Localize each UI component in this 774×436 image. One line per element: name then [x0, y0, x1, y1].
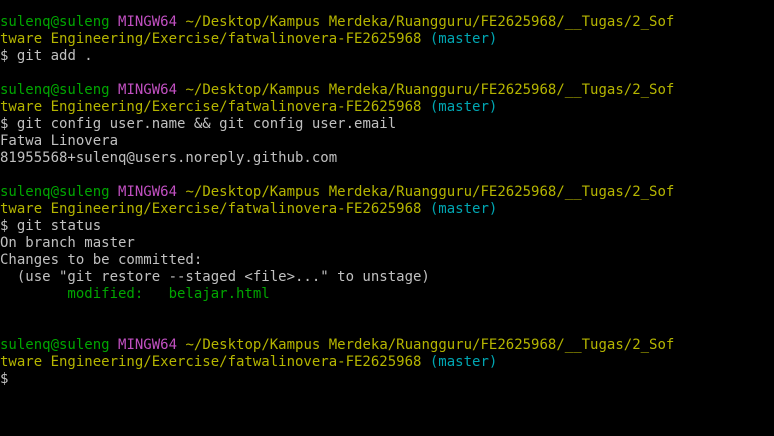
prompt-line-4a: sulenq@suleng MINGW64 ~/Desktop/Kampus M…: [0, 337, 774, 354]
active-prompt-line[interactable]: $: [0, 371, 774, 388]
prompt-symbol: $: [0, 218, 9, 234]
command-line-3: $ git status: [0, 218, 774, 235]
prompt-line-3b: tware Engineering/Exercise/fatwalinovera…: [0, 201, 774, 218]
prompt-line-2b: tware Engineering/Exercise/fatwalinovera…: [0, 99, 774, 116]
system-name: MINGW64: [118, 337, 178, 353]
user-host: sulenq@suleng: [0, 82, 110, 98]
cwd-path-cont: tware Engineering/Exercise/fatwalinovera…: [0, 354, 422, 370]
command-text: git config user.name && git config user.…: [16, 116, 397, 132]
output-line: (use "git restore --staged <file>..." to…: [0, 269, 430, 285]
command-line-2: $ git config user.name && git config use…: [0, 116, 774, 133]
git-branch: (master): [429, 31, 498, 47]
system-name: MINGW64: [118, 82, 178, 98]
prompt-line-1a: sulenq@suleng MINGW64 ~/Desktop/Kampus M…: [0, 14, 774, 31]
output-line: On branch master: [0, 235, 135, 251]
command-line-1: $ git add .: [0, 48, 774, 65]
prompt-symbol: $: [0, 48, 9, 64]
user-host: sulenq@suleng: [0, 337, 110, 353]
cwd-path: ~/Desktop/Kampus Merdeka/Ruangguru/FE262…: [185, 184, 675, 200]
prompt-symbol: $: [0, 371, 9, 387]
terminal-window[interactable]: sulenq@suleng MINGW64 ~/Desktop/Kampus M…: [0, 0, 774, 436]
system-name: MINGW64: [118, 14, 178, 30]
cwd-path-cont: tware Engineering/Exercise/fatwalinovera…: [0, 201, 422, 217]
command-text: git status: [16, 218, 102, 234]
output-line: Fatwa Linovera: [0, 133, 119, 149]
cwd-path: ~/Desktop/Kampus Merdeka/Ruangguru/FE262…: [185, 82, 675, 98]
prompt-symbol: $: [0, 116, 9, 132]
user-host: sulenq@suleng: [0, 184, 110, 200]
output-line: Changes to be committed:: [0, 252, 203, 268]
command-text: git add .: [16, 48, 93, 64]
cwd-path-cont: tware Engineering/Exercise/fatwalinovera…: [0, 31, 422, 47]
prompt-line-3a: sulenq@suleng MINGW64 ~/Desktop/Kampus M…: [0, 184, 774, 201]
git-branch: (master): [429, 99, 498, 115]
modified-file-line: modified: belajar.html: [0, 286, 270, 302]
cwd-path: ~/Desktop/Kampus Merdeka/Ruangguru/FE262…: [185, 337, 675, 353]
git-branch: (master): [429, 201, 498, 217]
user-host: sulenq@suleng: [0, 14, 110, 30]
git-branch: (master): [429, 354, 498, 370]
prompt-line-4b: tware Engineering/Exercise/fatwalinovera…: [0, 354, 774, 371]
prompt-line-2a: sulenq@suleng MINGW64 ~/Desktop/Kampus M…: [0, 82, 774, 99]
output-line: 81955568+sulenq@users.noreply.github.com: [0, 150, 338, 166]
system-name: MINGW64: [118, 184, 178, 200]
prompt-line-1b: tware Engineering/Exercise/fatwalinovera…: [0, 31, 774, 48]
cwd-path-cont: tware Engineering/Exercise/fatwalinovera…: [0, 99, 422, 115]
cwd-path: ~/Desktop/Kampus Merdeka/Ruangguru/FE262…: [185, 14, 675, 30]
